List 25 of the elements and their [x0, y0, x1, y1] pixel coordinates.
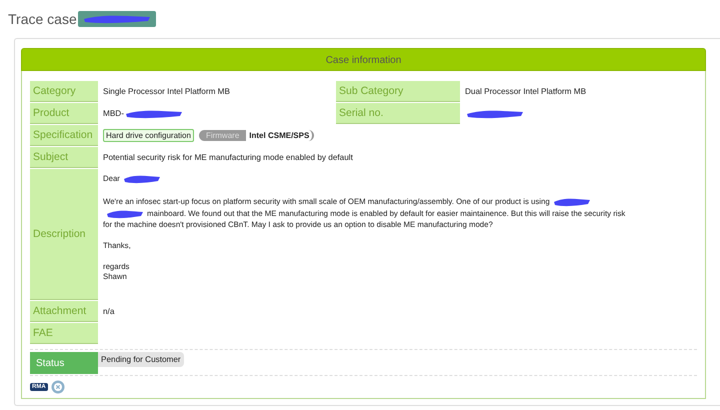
field-value: MBD-	[103, 109, 124, 118]
redaction-mark	[552, 196, 592, 208]
field-label: Attachment	[30, 301, 98, 322]
panel-header: Case information	[21, 48, 706, 71]
redaction-mark	[122, 173, 162, 185]
field-value: Potential security risk for ME manufacturing mode enabled by default	[103, 153, 353, 162]
field-label: Product	[30, 103, 98, 124]
field-label: FAE	[30, 323, 98, 344]
field-value: Dual Processor Intel Platform MB	[465, 87, 586, 96]
spec-tag: Hard drive configuration	[103, 129, 194, 142]
field-value: n/a	[103, 307, 114, 316]
page-title: Trace case	[8, 11, 77, 27]
field-label: Sub Category	[336, 81, 460, 102]
status-value: Pending for Customer	[98, 352, 184, 367]
firmware-value: Intel CSME/SPS	[246, 130, 314, 141]
firmware-chip: Firmware	[198, 130, 246, 141]
field-label: Category	[30, 81, 98, 102]
field-label: Specification	[30, 125, 98, 146]
close-icon[interactable]	[50, 380, 65, 394]
field-value: Single Processor Intel Platform MB	[103, 87, 230, 96]
redaction-mark	[105, 208, 145, 220]
field-label: Description	[30, 169, 98, 300]
status-label: Status	[30, 352, 98, 374]
field-label: Subject	[30, 147, 98, 168]
field-label: Serial no.	[336, 103, 460, 124]
